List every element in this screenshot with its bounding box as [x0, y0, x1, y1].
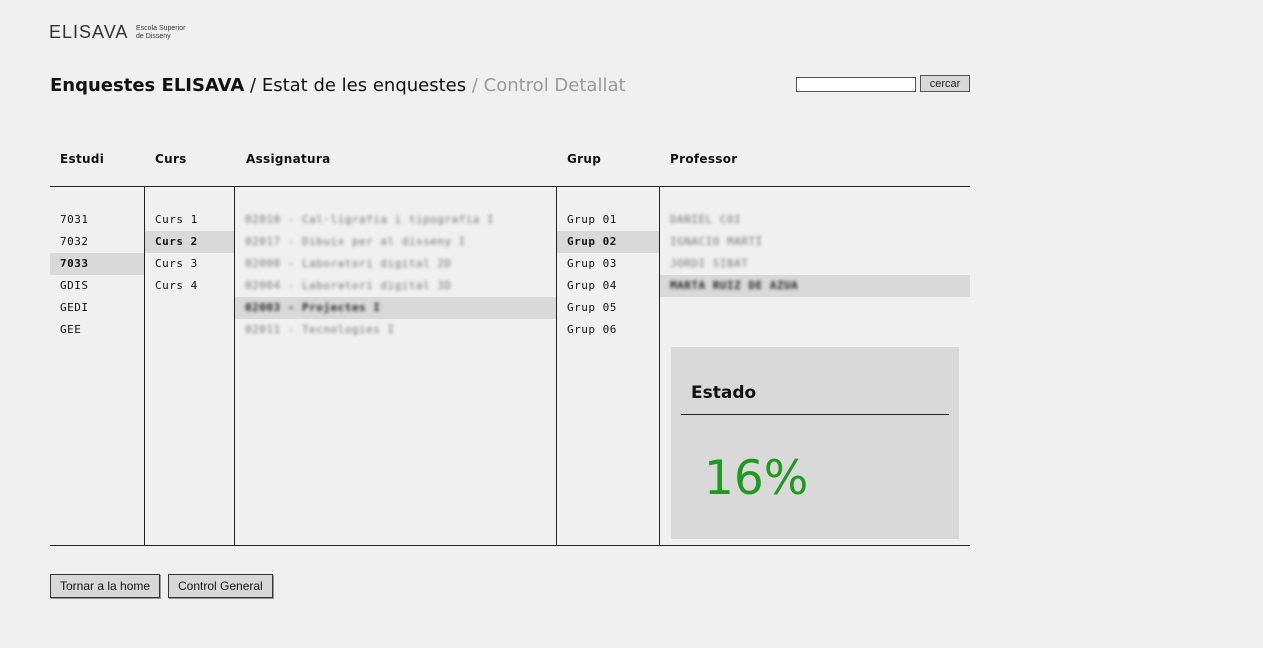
- title-current: / Control Detallat: [466, 75, 626, 96]
- professor-list: DANIEL COI IGNACIO MARTÍ JORDI SIBAT MAR…: [660, 209, 970, 297]
- estado-divider: [681, 414, 949, 415]
- estado-percentage: 16%: [704, 451, 809, 506]
- logo-sub-line2: de Disseny: [136, 33, 171, 40]
- professor-item-selected[interactable]: MARTA RUIZ DE AZUA: [660, 275, 970, 297]
- estudi-item-selected[interactable]: 7033: [50, 253, 144, 275]
- column-header-professor: Professor: [670, 152, 738, 166]
- professor-label: IGNACIO MARTÍ: [670, 235, 763, 248]
- estudi-item[interactable]: GEE: [50, 319, 144, 341]
- assignatura-label: 02004 - Laboratori digital 3D: [245, 279, 452, 292]
- assignatura-label: 02000 - Laboratori digital 2D: [245, 257, 452, 270]
- logo-sub-line1: Escola Superior: [136, 25, 186, 32]
- estudi-item[interactable]: 7031: [50, 209, 144, 231]
- assignatura-item[interactable]: 02011 - Tecnologies I: [235, 319, 556, 341]
- professor-label: DANIEL COI: [670, 213, 742, 226]
- estado-title: Estado: [691, 383, 757, 403]
- logo-subtitle: Escola Superior de Disseny: [136, 25, 185, 41]
- assignatura-item[interactable]: 02004 - Laboratori digital 3D: [235, 275, 556, 297]
- title-section: / Estat de les enquestes: [244, 75, 467, 96]
- search-button[interactable]: cercar: [920, 75, 970, 92]
- curs-item[interactable]: Curs 4: [145, 275, 234, 297]
- page-title: Enquestes ELISAVA / Estat de les enquest…: [50, 75, 626, 96]
- title-app: Enquestes ELISAVA: [50, 75, 245, 96]
- table-top-rule: [50, 186, 970, 187]
- column-header-curs: Curs: [155, 152, 187, 166]
- assignatura-item-selected[interactable]: 02003 - Projectes I: [235, 297, 556, 319]
- search-input[interactable]: [796, 77, 916, 92]
- estudi-list: 7031 7032 7033 GDIS GEDI GEE: [50, 209, 144, 341]
- professor-label: MARTA RUIZ DE AZUA: [670, 279, 799, 292]
- estudi-item[interactable]: GDIS: [50, 275, 144, 297]
- table-bottom-rule: [50, 545, 970, 546]
- curs-item-selected[interactable]: Curs 2: [145, 231, 234, 253]
- assignatura-item[interactable]: 02000 - Laboratori digital 2D: [235, 253, 556, 275]
- assignatura-label: 02010 - Cal·ligrafia i tipografia I: [245, 213, 495, 226]
- estudi-item[interactable]: 7032: [50, 231, 144, 253]
- logo-wordmark[interactable]: ELISAVA: [49, 22, 128, 43]
- curs-item[interactable]: Curs 3: [145, 253, 234, 275]
- professor-item[interactable]: IGNACIO MARTÍ: [660, 231, 970, 253]
- grup-item[interactable]: Grup 05: [557, 297, 659, 319]
- assignatura-item[interactable]: 02010 - Cal·ligrafia i tipografia I: [235, 209, 556, 231]
- column-header-grup: Grup: [567, 152, 602, 166]
- assignatura-list: 02010 - Cal·ligrafia i tipografia I 0201…: [235, 209, 556, 341]
- curs-item[interactable]: Curs 1: [145, 209, 234, 231]
- assignatura-label: 02017 - Dibuix per al disseny I: [245, 235, 466, 248]
- grup-item[interactable]: Grup 03: [557, 253, 659, 275]
- professor-label: JORDI SIBAT: [670, 257, 749, 270]
- estado-panel: Estado 16%: [671, 347, 959, 539]
- grup-item[interactable]: Grup 06: [557, 319, 659, 341]
- assignatura-item[interactable]: 02017 - Dibuix per al disseny I: [235, 231, 556, 253]
- control-general-button[interactable]: Control General: [168, 574, 273, 598]
- grup-item[interactable]: Grup 04: [557, 275, 659, 297]
- home-button[interactable]: Tornar a la home: [50, 574, 161, 598]
- column-header-assignatura: Assignatura: [246, 152, 331, 166]
- grup-item[interactable]: Grup 01: [557, 209, 659, 231]
- assignatura-label: 02011 - Tecnologies I: [245, 323, 395, 336]
- curs-list: Curs 1 Curs 2 Curs 3 Curs 4: [145, 209, 234, 297]
- estudi-item[interactable]: GEDI: [50, 297, 144, 319]
- grup-item-selected[interactable]: Grup 02: [557, 231, 659, 253]
- grup-list: Grup 01 Grup 02 Grup 03 Grup 04 Grup 05 …: [557, 209, 659, 341]
- professor-item[interactable]: DANIEL COI: [660, 209, 970, 231]
- professor-item[interactable]: JORDI SIBAT: [660, 253, 970, 275]
- assignatura-label: 02003 - Projectes I: [245, 301, 381, 314]
- column-header-estudi: Estudi: [60, 152, 105, 166]
